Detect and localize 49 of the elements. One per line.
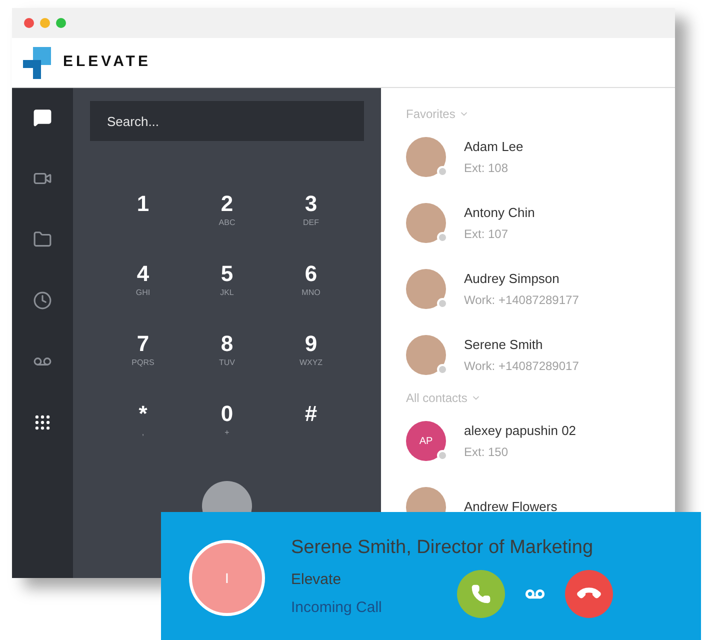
dial-key[interactable]: # <box>269 401 353 445</box>
photo-placeholder <box>406 335 446 375</box>
contact-row[interactable]: Serene Smith Work: +14087289017 <box>406 322 675 388</box>
contact-detail: Work: +14087289017 <box>464 358 579 376</box>
phone-icon <box>471 584 491 604</box>
dial-key[interactable]: 2 ABC <box>185 191 269 235</box>
caller-avatar: I <box>189 540 265 616</box>
contact-name: alexey papushin 02 <box>464 422 576 440</box>
photo-placeholder <box>406 137 446 177</box>
nav-keypad-icon[interactable] <box>33 413 52 432</box>
dial-key[interactable]: 1 <box>101 191 185 235</box>
nav-clock-icon[interactable] <box>33 291 52 310</box>
contact-row[interactable]: Adam Lee Ext: 108 <box>406 124 675 190</box>
dial-key[interactable]: 9 WXYZ <box>269 331 353 375</box>
dial-key[interactable]: 6 MNO <box>269 261 353 305</box>
contact-row[interactable]: AP alexey papushin 02 Ext: 150 <box>406 408 675 474</box>
contact-name: Serene Smith <box>464 336 544 354</box>
contact-detail: Ext: 108 <box>464 160 510 178</box>
contact-name: Antony Chin <box>464 204 535 222</box>
dial-key[interactable]: 8 TUV <box>185 331 269 375</box>
dial-key[interactable]: 0 + <box>185 401 269 445</box>
section-title: All contacts <box>406 390 468 407</box>
section-title: Favorites <box>406 106 456 123</box>
answer-button[interactable] <box>457 570 505 618</box>
contact-row[interactable]: Audrey Simpson Work: +14087289177 <box>406 256 675 322</box>
search-field[interactable]: Search... <box>90 101 364 141</box>
nav-folder-icon[interactable] <box>33 230 52 249</box>
dial-key[interactable]: 5 JKL <box>185 261 269 305</box>
contact-detail: Ext: 107 <box>464 226 510 244</box>
logo-text: ELEVATE <box>63 52 151 72</box>
nav-chat-icon[interactable] <box>33 108 52 127</box>
contact-name: Andrew Flowers <box>464 498 558 516</box>
photo-placeholder <box>406 203 446 243</box>
dial-key[interactable]: * , <box>101 401 185 445</box>
dial-key[interactable]: 3 DEF <box>269 191 353 235</box>
dial-key[interactable]: 4 GHI <box>101 261 185 305</box>
contact-detail: Work: +14087289177 <box>464 292 579 310</box>
contact-avatar: AP <box>406 421 446 461</box>
decline-button[interactable] <box>565 570 613 618</box>
caller-company: Elevate <box>291 570 342 590</box>
call-status: Incoming Call <box>291 598 383 618</box>
contact-name: Audrey Simpson <box>464 270 560 288</box>
dial-key[interactable]: 7 PQRS <box>101 331 185 375</box>
contact-row[interactable]: Antony Chin Ext: 107 <box>406 190 675 256</box>
logo-icon <box>23 46 51 78</box>
photo-placeholder <box>406 269 446 309</box>
caller-name: Serene Smith, Director of Marketing <box>291 536 594 560</box>
contact-name: Adam Lee <box>464 138 524 156</box>
contact-detail: Ext: 150 <box>464 444 510 462</box>
